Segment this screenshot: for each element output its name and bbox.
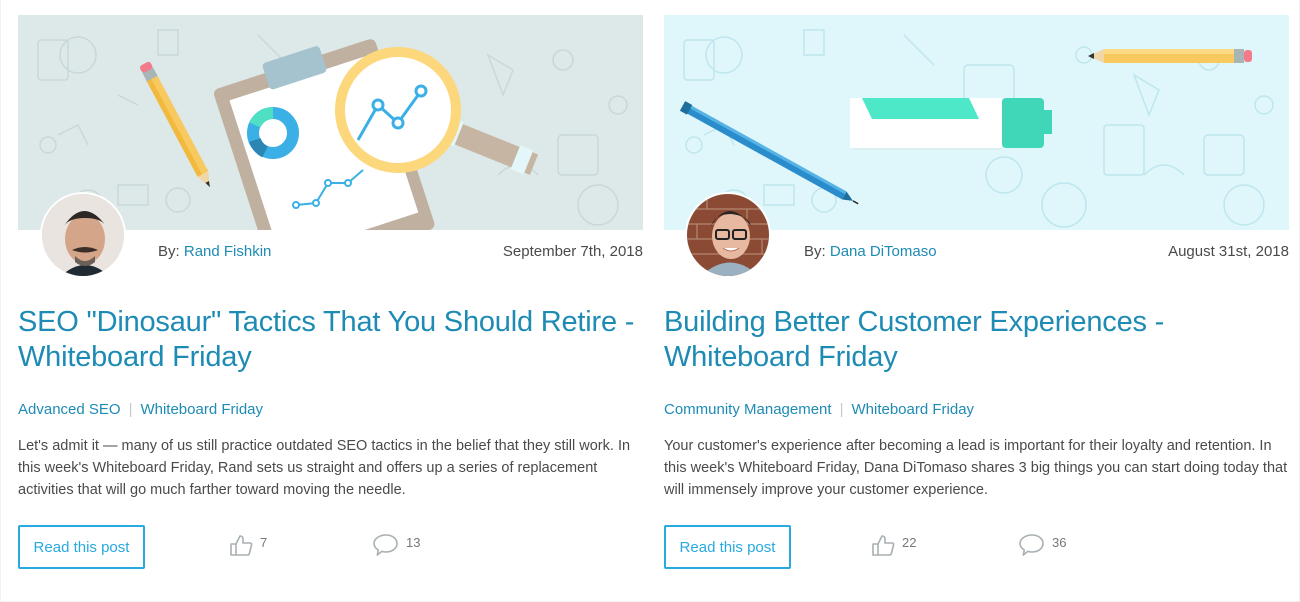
post-hero-image[interactable]	[18, 15, 643, 230]
tag-link[interactable]: Community Management	[664, 401, 832, 418]
post-excerpt: Let's admit it — many of us still practi…	[18, 438, 631, 498]
read-post-button[interactable]: Read this post	[664, 525, 791, 569]
post-date: August 31st, 2018	[1168, 243, 1289, 260]
tag-link[interactable]: Whiteboard Friday	[851, 401, 974, 418]
author-link[interactable]: Rand Fishkin	[184, 243, 272, 260]
comments-count: 36	[1052, 534, 1067, 550]
dana-ditomaso-avatar	[687, 194, 769, 276]
post-byline: By: Rand Fishkin	[158, 243, 271, 260]
author-link[interactable]: Dana DiTomaso	[830, 243, 937, 260]
post-title[interactable]: Building Better Customer Experiences - W…	[664, 305, 1289, 375]
post-card: By: Dana DiTomaso August 31st, 2018 Buil…	[664, 15, 1289, 585]
page-edge-left	[0, 0, 1, 602]
comments-stat[interactable]: 13	[373, 533, 420, 557]
by-label: By:	[158, 243, 180, 260]
post-hero-image[interactable]	[664, 15, 1289, 230]
read-post-button[interactable]: Read this post	[18, 525, 145, 569]
tag-link[interactable]: Advanced SEO	[18, 401, 121, 418]
rand-fishkin-avatar	[42, 194, 124, 276]
post-excerpt: Your customer's experience after becomin…	[664, 438, 1288, 498]
post-card: By: Rand Fishkin September 7th, 2018 SEO…	[18, 15, 643, 585]
marker-pen-pencil-illustration	[664, 15, 1289, 230]
tag-separator: |	[128, 401, 133, 418]
tag-separator: |	[839, 401, 844, 418]
likes-count: 7	[260, 534, 268, 550]
seo-analytics-illustration	[18, 15, 643, 230]
by-label: By:	[804, 243, 826, 260]
likes-count: 22	[902, 534, 917, 550]
author-avatar[interactable]	[40, 192, 126, 278]
likes-stat[interactable]: 22	[871, 533, 916, 557]
post-date: September 7th, 2018	[502, 243, 643, 260]
author-avatar[interactable]	[685, 192, 771, 278]
post-tags: Advanced SEO | Whiteboard Friday	[18, 401, 263, 418]
comments-stat[interactable]: 36	[1019, 533, 1066, 557]
thumbs-up-icon	[872, 535, 895, 556]
tag-link[interactable]: Whiteboard Friday	[140, 401, 263, 418]
post-tags: Community Management | Whiteboard Friday	[664, 401, 974, 418]
post-title[interactable]: SEO "Dinosaur" Tactics That You Should R…	[18, 305, 643, 375]
post-byline: By: Dana DiTomaso	[804, 243, 937, 260]
thumbs-up-icon	[230, 535, 253, 556]
comments-count: 13	[406, 534, 421, 550]
speech-bubble-icon	[373, 534, 398, 556]
speech-bubble-icon	[1019, 534, 1044, 556]
likes-stat[interactable]: 7	[229, 533, 267, 557]
